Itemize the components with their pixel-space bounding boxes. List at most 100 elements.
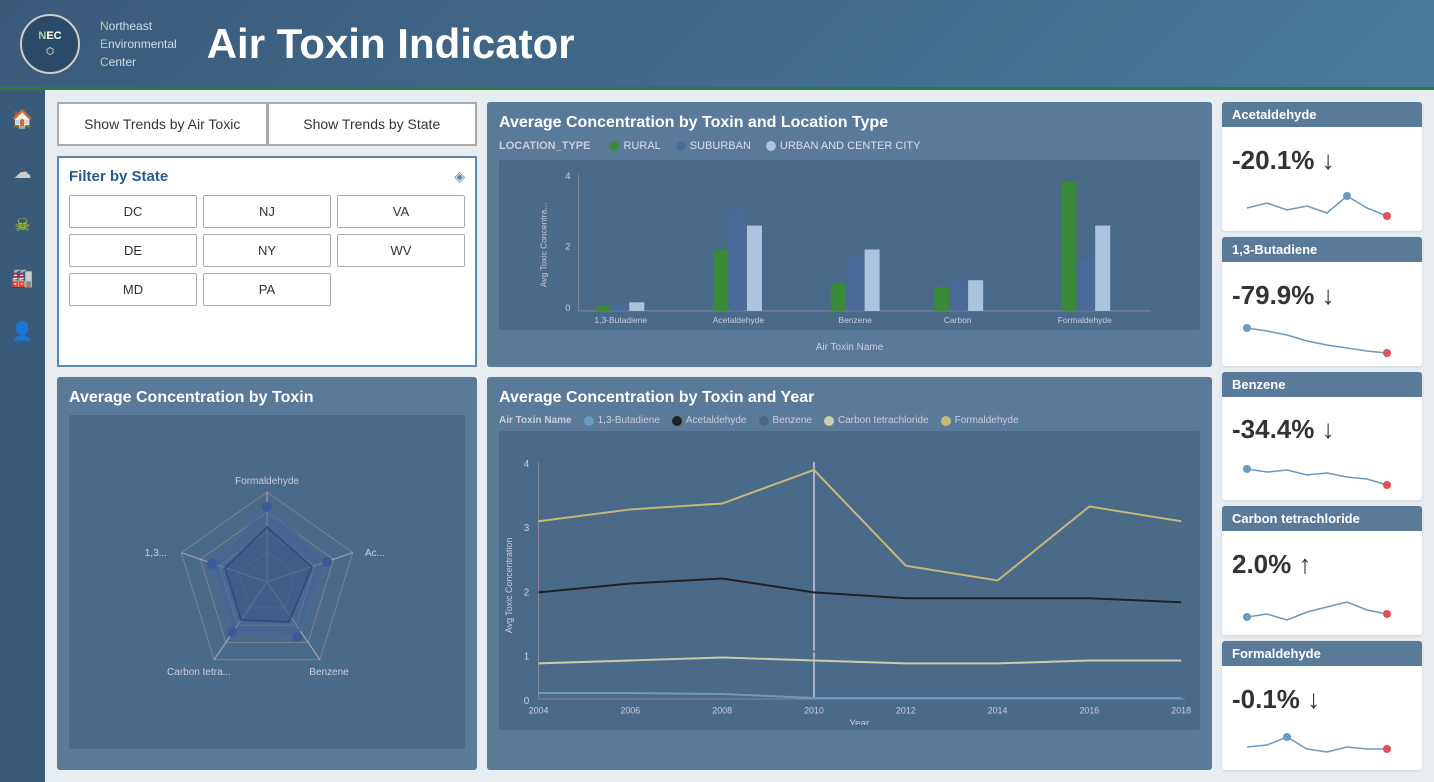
- show-trends-air-toxic-button[interactable]: Show Trends by Air Toxic: [57, 102, 267, 146]
- state-grid: DC NJ VA DE NY WV MD PA: [69, 195, 465, 306]
- bar-chart-legend: LOCATION_TYPE RURAL SUBURBAN URBAN AND C…: [499, 140, 1200, 152]
- legend-urban-label: URBAN AND CENTER CITY: [780, 140, 921, 152]
- filter-title: Filter by State: [69, 168, 168, 185]
- bar-acetal-rural: [713, 249, 728, 310]
- svg-text:2010: 2010: [804, 706, 824, 716]
- svg-text:Acetaldehyde: Acetaldehyde: [713, 315, 765, 325]
- trend-buttons: Show Trends by Air Toxic Show Trends by …: [57, 102, 477, 146]
- bar-chart-x-label: Air Toxin Name: [499, 342, 1200, 353]
- svg-text:tetrachloride: tetrachloride: [934, 324, 981, 325]
- sidebar-factory-icon[interactable]: 🏭: [9, 264, 37, 292]
- legend-location-type-label: LOCATION_TYPE: [499, 140, 590, 152]
- line-chart-panel: Average Concentration by Toxin and Year …: [487, 377, 1212, 770]
- svg-text:0: 0: [565, 302, 570, 313]
- legend-formal-line: Formaldehyde: [941, 415, 1019, 426]
- legend-suburban-dot: [676, 141, 686, 151]
- radar-chart-title: Average Concentration by Toxin: [69, 389, 465, 407]
- svg-text:2018: 2018: [1171, 706, 1191, 716]
- logo: NEC ⬡: [20, 14, 80, 74]
- logo-n: N: [38, 30, 46, 42]
- state-button-nj[interactable]: NJ: [203, 195, 331, 228]
- radar-chart-area: Formaldehyde Ac... Benzene Carbon tetra.…: [69, 415, 465, 749]
- state-button-dc[interactable]: DC: [69, 195, 197, 228]
- kpi-benzene-name: Benzene: [1222, 372, 1422, 397]
- svg-text:2012: 2012: [896, 706, 916, 716]
- bar-acetal-suburban: [730, 209, 745, 311]
- svg-text:4: 4: [524, 459, 530, 470]
- line-carbon: [539, 657, 1182, 663]
- app-header: NEC ⬡ Northeast Environmental Center Air…: [0, 0, 1434, 90]
- bar-formal-urban: [1095, 226, 1110, 311]
- line-benzene: [539, 634, 1182, 655]
- svg-text:2008: 2008: [712, 706, 732, 716]
- sidebar: 🏠 ☁ ☠ 🏭 👤: [0, 90, 45, 782]
- svg-text:2006: 2006: [620, 706, 640, 716]
- svg-text:2014: 2014: [988, 706, 1008, 716]
- kpi-formaldehyde-name: Formaldehyde: [1222, 641, 1422, 666]
- legend-rural-dot: [609, 141, 619, 151]
- state-button-md[interactable]: MD: [69, 273, 197, 306]
- svg-text:1,3-Butadiene: 1,3-Butadiene: [594, 315, 647, 325]
- main-content: Show Trends by Air Toxic Show Trends by …: [45, 90, 1434, 782]
- line-chart-title: Average Concentration by Toxin and Year: [499, 389, 1200, 407]
- radar-svg: Formaldehyde Ac... Benzene Carbon tetra.…: [87, 452, 447, 712]
- kpi-card-carbon: Carbon tetrachloride 2.0% ↑: [1222, 506, 1422, 635]
- svg-text:Avg Toxic Concentra...: Avg Toxic Concentra...: [538, 203, 548, 287]
- svg-text:Formaldehyde: Formaldehyde: [235, 476, 299, 487]
- bar-butadiene-suburban: [612, 304, 627, 311]
- legend-suburban: SUBURBAN: [676, 140, 751, 152]
- state-button-va[interactable]: VA: [337, 195, 465, 228]
- state-button-pa[interactable]: PA: [203, 273, 331, 306]
- radar-chart-panel: Average Concentration by Toxin: [57, 377, 477, 770]
- legend-suburban-label: SUBURBAN: [690, 140, 751, 152]
- bar-chart-title: Average Concentration by Toxin and Locat…: [499, 114, 1200, 132]
- kpi-benzene-value: -34.4% ↓: [1232, 414, 1335, 445]
- svg-text:Avg Toxic Concentration: Avg Toxic Concentration: [504, 538, 514, 633]
- state-button-wv[interactable]: WV: [337, 234, 465, 267]
- kpi-card-butadiene: 1,3-Butadiene -79.9% ↓: [1222, 237, 1422, 366]
- bar-acetal-urban: [747, 226, 762, 311]
- sidebar-toxic-icon[interactable]: ☠: [9, 211, 37, 239]
- svg-text:1: 1: [524, 651, 529, 662]
- state-button-de[interactable]: DE: [69, 234, 197, 267]
- bar-benzene-urban: [865, 249, 880, 310]
- svg-text:2: 2: [524, 587, 529, 598]
- legend-benzene-line: Benzene: [759, 415, 812, 426]
- bar-carbon-suburban: [951, 280, 966, 311]
- bar-carbon-rural: [934, 287, 949, 311]
- legend-rural-label: RURAL: [623, 140, 660, 152]
- kpi-butadiene-name: 1,3-Butadiene: [1222, 237, 1422, 262]
- legend-urban: URBAN AND CENTER CITY: [766, 140, 921, 152]
- svg-text:Formaldehyde: Formaldehyde: [1058, 315, 1112, 325]
- sidebar-user-icon[interactable]: 👤: [9, 317, 37, 345]
- svg-text:2: 2: [565, 241, 570, 252]
- bar-butadiene-urban: [629, 302, 644, 311]
- kpi-panel: Acetaldehyde -20.1% ↓ 1,3-Butadiene -79.…: [1222, 102, 1422, 770]
- kpi-carbon-sparkline: [1232, 592, 1412, 627]
- filter-clear-icon[interactable]: ◈: [454, 168, 465, 185]
- bar-benzene-rural: [831, 284, 846, 311]
- show-trends-state-button[interactable]: Show Trends by State: [267, 102, 478, 146]
- legend-urban-dot: [766, 141, 776, 151]
- bar-benzene-suburban: [848, 256, 863, 311]
- svg-text:2016: 2016: [1080, 706, 1100, 716]
- bar-chart-panel: Average Concentration by Toxin and Locat…: [487, 102, 1212, 367]
- sidebar-home-icon[interactable]: 🏠: [9, 105, 37, 133]
- kpi-acetaldehyde-sparkline: [1232, 188, 1412, 223]
- line-chart-legend: Air Toxin Name 1,3-Butadiene Acetaldehyd…: [499, 415, 1200, 426]
- bar-formal-suburban: [1078, 260, 1093, 311]
- page-title: Air Toxin Indicator: [207, 20, 575, 68]
- svg-text:Year: Year: [849, 719, 870, 725]
- bar-chart-svg: 4 2 0 1,3-Butadiene Acetaldehyd: [504, 165, 1195, 325]
- kpi-card-benzene: Benzene -34.4% ↓: [1222, 372, 1422, 501]
- kpi-acetaldehyde-name: Acetaldehyde: [1222, 102, 1422, 127]
- filter-header: Filter by State ◈: [69, 168, 465, 185]
- sidebar-cloud-icon[interactable]: ☁: [9, 158, 37, 186]
- svg-text:2004: 2004: [529, 706, 549, 716]
- bar-formal-rural: [1061, 182, 1076, 311]
- bar-butadiene-rural: [595, 306, 610, 311]
- bar-carbon-urban: [968, 280, 983, 311]
- kpi-carbon-value: 2.0% ↑: [1232, 549, 1312, 580]
- svg-text:1,3...: 1,3...: [145, 548, 167, 559]
- state-button-ny[interactable]: NY: [203, 234, 331, 267]
